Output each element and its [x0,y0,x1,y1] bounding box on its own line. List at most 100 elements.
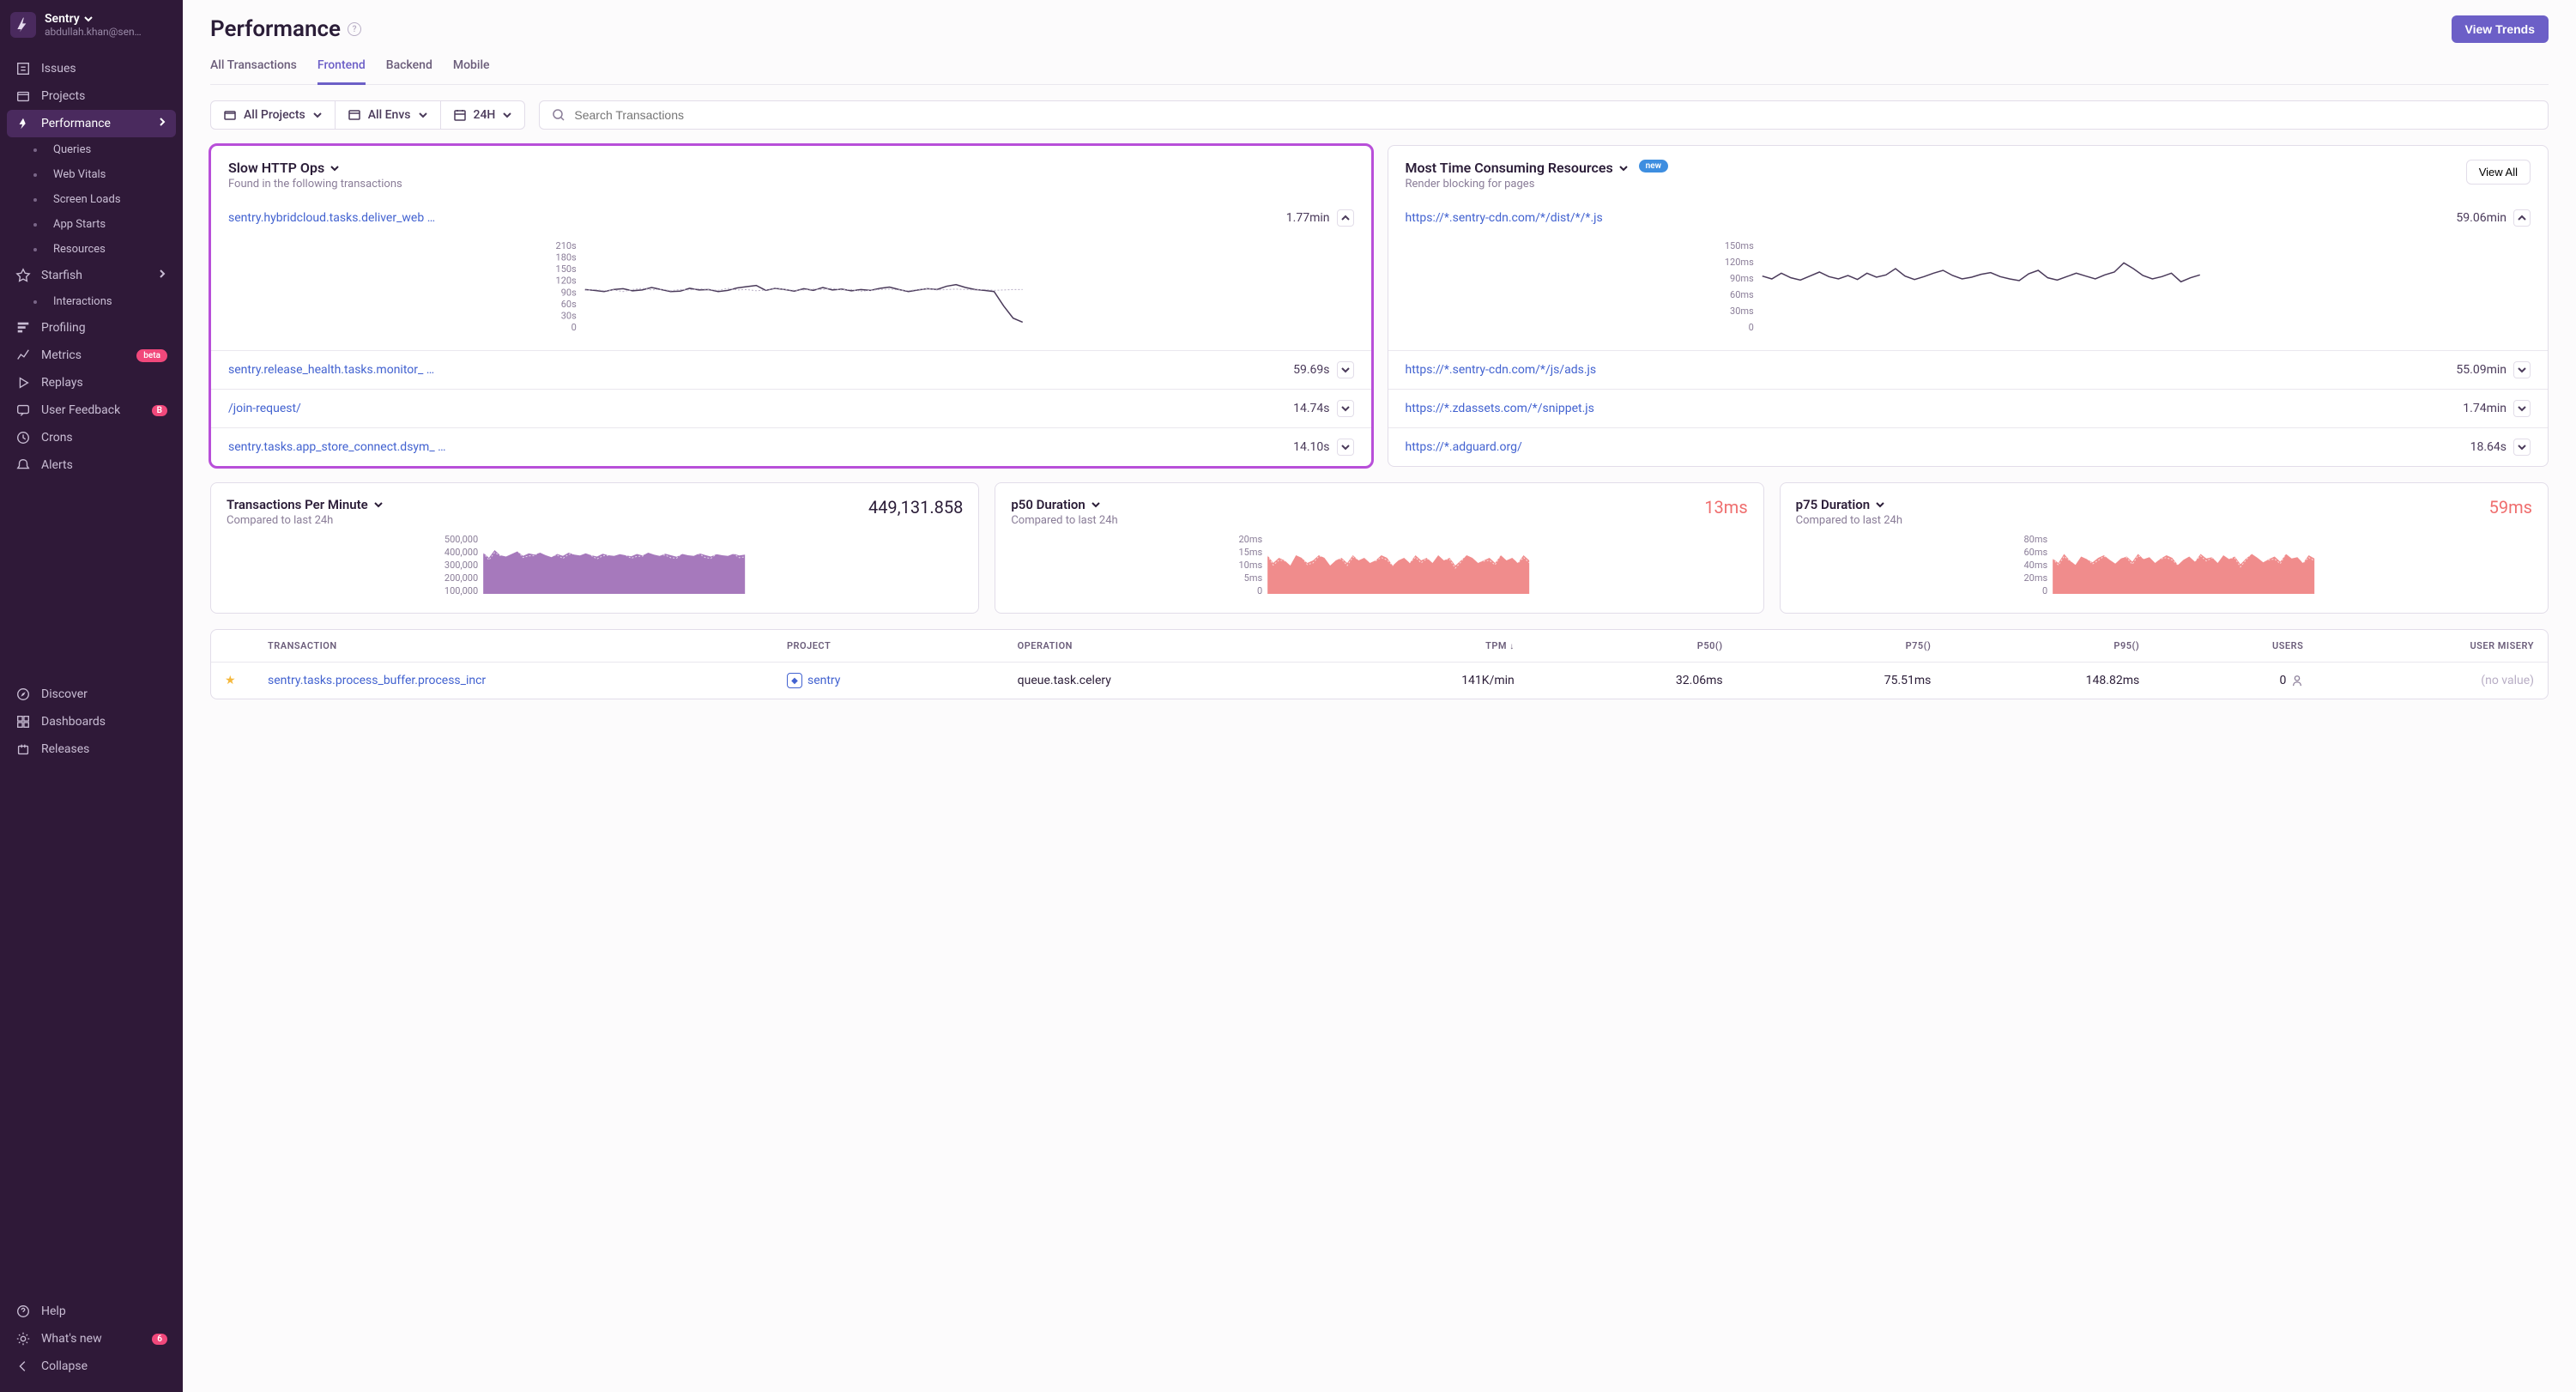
bullet-icon [33,248,37,251]
projects-filter[interactable]: All Projects [211,101,336,129]
card-subtitle: Render blocking for pages [1406,178,1629,191]
row-link[interactable]: https://*.sentry-cdn.com/*/dist/*/*.js [1406,211,1603,225]
org-switcher[interactable]: Sentry abdullah.khan@sen… [0,0,183,50]
card-row: https://*.sentry-cdn.com/*/dist/*/*.js 5… [1388,199,2549,237]
org-email: abdullah.khan@sen… [45,26,172,38]
sidebar-item-help[interactable]: Help [7,1298,176,1325]
sidebar-item-performance[interactable]: Performance [7,110,176,137]
table-row: ★ sentry.tasks.process_buffer.process_in… [211,663,2548,699]
col-users[interactable]: USERS [2148,640,2303,651]
svg-text:20ms: 20ms [2023,572,2047,584]
p50-cell: 32.06ms [1523,674,1723,687]
project-link[interactable]: ◆sentry [787,673,1009,688]
nav-main: IssuesProjectsPerformance Queries Web Vita… [0,50,183,667]
sidebar-item-interactions[interactable]: Interactions [7,289,176,314]
filter-group: All Projects All Envs 24H [210,100,525,130]
help-icon[interactable]: ? [348,22,361,36]
card-title[interactable]: Slow HTTP Ops [228,160,402,176]
nav-label: User Feedback [41,403,120,417]
col-p75-[interactable]: P75() [1732,640,1932,651]
tab-backend[interactable]: Backend [386,58,432,84]
collapse-button[interactable] [1337,209,1354,227]
svg-text:210s: 210s [556,240,577,251]
sidebar-item-projects[interactable]: Projects [7,82,176,110]
row-link[interactable]: https://*.sentry-cdn.com/*/js/ads.js [1406,363,1597,377]
nav-label: Dashboards [41,715,106,729]
nav-label: Profiling [41,321,86,335]
sidebar-item-alerts[interactable]: Alerts [7,451,176,479]
card-title[interactable]: Most Time Consuming Resources [1406,160,1629,176]
transactions-table: TRANSACTION PROJECT OPERATION TPM ↓ P50() P75… [210,629,2549,699]
expand-button[interactable] [2513,400,2531,417]
sidebar-item-discover[interactable]: Discover [7,681,176,708]
row-link[interactable]: sentry.tasks.app_store_connect.dsym_ … [228,440,445,454]
row-link[interactable]: https://*.zdassets.com/*/snippet.js [1406,402,1594,415]
expand-button[interactable] [1337,439,1354,456]
sidebar-item-issues[interactable]: Issues [7,55,176,82]
sidebar-item-releases[interactable]: Releases [7,735,176,763]
resources-card: Most Time Consuming Resources Render blo… [1388,145,2549,467]
sidebar-item-web-vitals[interactable]: Web Vitals [7,162,176,187]
sidebar-item-crons[interactable]: Crons [7,424,176,451]
chevron-down-icon [312,110,323,120]
row-link[interactable]: sentry.release_health.tasks.monitor_ … [228,363,434,377]
collapse-button[interactable] [2513,209,2531,227]
sidebar-item-user-feedback[interactable]: User FeedbackB [7,396,176,424]
view-trends-button[interactable]: View Trends [2452,15,2549,43]
expand-button[interactable] [2513,361,2531,378]
svg-text:60s: 60s [561,299,577,310]
sidebar-item-starfish[interactable]: Starfish [7,262,176,289]
expand-button[interactable] [1337,361,1354,378]
metric-title[interactable]: p50 Duration [1011,497,1117,512]
p50-card: p50 Duration Compared to last 24h 13ms 2… [995,482,1763,614]
nav-label: Starfish [41,269,82,282]
nav-label: Metrics [41,348,82,362]
sidebar-item-queries[interactable]: Queries [7,137,176,162]
tpm-card: Transactions Per Minute Compared to last… [210,482,979,614]
transactions-table-wrap: TRANSACTION PROJECT OPERATION TPM ↓ P50() P75… [183,629,2576,717]
new-badge: new [1639,160,1668,172]
tab-mobile[interactable]: Mobile [453,58,490,84]
expand-button[interactable] [1337,400,1354,417]
time-filter[interactable]: 24H [441,101,525,129]
row-link[interactable]: /join-request/ [228,402,301,415]
tab-frontend[interactable]: Frontend [317,58,366,85]
star-icon[interactable]: ★ [225,674,259,687]
row-value: 59.06min [2456,211,2506,225]
col-p50-[interactable]: P50() [1523,640,1723,651]
sidebar-item-app-starts[interactable]: App Starts [7,212,176,237]
transaction-link[interactable]: sentry.tasks.process_buffer.process_incr [268,674,574,687]
search-box[interactable] [539,100,2549,130]
sidebar-item-metrics[interactable]: Metricsbeta [7,342,176,369]
metric-title[interactable]: p75 Duration [1796,497,1902,512]
expand-button[interactable] [2513,439,2531,456]
nav-label: Discover [41,687,88,701]
col-tpm[interactable]: TPM ↓ [1315,640,1515,651]
misery-cell: (no value) [2312,674,2534,687]
sidebar-item-profiling[interactable]: Profiling [7,314,176,342]
metric-value: 59ms [2489,497,2532,517]
envs-filter[interactable]: All Envs [336,101,441,129]
view-all-button[interactable]: View All [2466,160,2531,185]
sidebar-item-replays[interactable]: Replays [7,369,176,396]
org-name: Sentry [45,12,80,26]
metric-title[interactable]: Transactions Per Minute [227,497,384,512]
row-link[interactable]: sentry.hybridcloud.tasks.deliver_web … [228,211,435,225]
sidebar-item-dashboards[interactable]: Dashboards [7,708,176,735]
sidebar-item-resources[interactable]: Resources [7,237,176,262]
sidebar-item-screen-loads[interactable]: Screen Loads [7,187,176,212]
row-link[interactable]: https://*.adguard.org/ [1406,440,1522,454]
search-input[interactable] [574,101,2536,129]
sentry-logo-icon [10,12,36,38]
col-user-misery[interactable]: USER MISERY [2312,640,2534,651]
card-row: sentry.release_health.tasks.monitor_ … 5… [211,350,1371,389]
nav-label: Queries [53,143,91,156]
tab-all-transactions[interactable]: All Transactions [210,58,297,84]
sidebar-item-what-s-new[interactable]: What's new6 [7,1325,176,1353]
col-p95-[interactable]: P95() [1939,640,2139,651]
col-operation[interactable]: OPERATION [1018,640,1306,651]
replays-icon [15,375,31,390]
col-project[interactable]: PROJECT [787,640,1009,651]
col-transaction[interactable]: TRANSACTION [268,640,778,651]
sidebar-item-collapse[interactable]: Collapse [7,1353,176,1380]
